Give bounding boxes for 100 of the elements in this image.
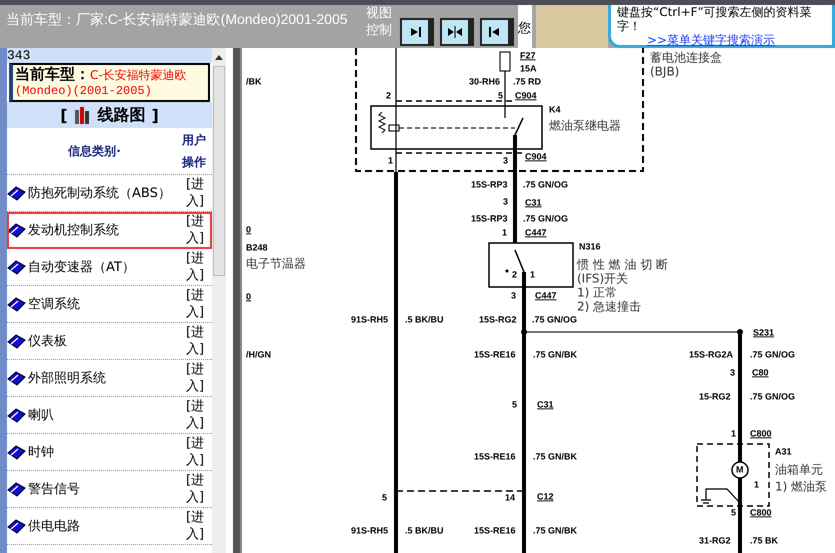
wire-label: /H/GN (246, 349, 272, 360)
component-label: 2) 急速撞击 (577, 299, 642, 314)
connector-label: C904 (515, 90, 537, 100)
wire-label: 3 (503, 155, 508, 166)
wire-label: 14 (505, 492, 516, 502)
enter-link[interactable]: [进入] (186, 213, 210, 247)
wire-label: 2 (512, 269, 518, 280)
wire-label: 15S-RP3 (471, 179, 508, 190)
wire-label: 31-RG2 (699, 535, 731, 546)
menu-item-label: 防抱死制动系统（ABS） (28, 185, 172, 202)
arrow-left-bar-icon (488, 25, 502, 39)
menu-item-label: 自动变速器（AT） (28, 259, 136, 276)
wire-label: .75 GN/OG (523, 213, 568, 224)
book-icon (7, 333, 26, 349)
book-icon (7, 185, 26, 201)
connector-label: C447 (525, 227, 547, 238)
menu-item-label: 发动机控制系统 (28, 222, 120, 239)
wire-label: 5 (512, 399, 518, 410)
book-icon (7, 518, 26, 534)
wire-label: 5 (498, 90, 504, 100)
enter-link[interactable]: [进入] (186, 509, 210, 543)
arrows-inward-icon (447, 25, 463, 39)
component-label: (BJB) (650, 64, 680, 78)
enter-link[interactable]: [进入] (186, 324, 210, 358)
menu-item-label: 时钟 (28, 444, 55, 461)
view-control-label: 视图控制 (366, 5, 393, 40)
connector-label: C800 (750, 428, 772, 438)
scroll-up-icon (215, 54, 223, 60)
connector-label: 0 (246, 291, 252, 302)
search-demo-link[interactable]: >>菜单关键字搜索演示 (647, 33, 832, 47)
wire-label: .75 GN/OG (750, 391, 796, 402)
wire-label: .75 GN/BK (533, 525, 578, 536)
connector-label: 0 (246, 224, 252, 234)
wire-label: .75 GN/OG (532, 314, 578, 324)
component-label: 惯 性 燃 油 切 断 (577, 257, 668, 272)
car-model-label: 当前车型： (15, 65, 90, 83)
wire-label: N316 (579, 241, 601, 252)
enter-link[interactable]: [进入] (186, 435, 210, 469)
wire-label: 15-RG2 (699, 391, 731, 402)
expand-right-button[interactable] (400, 18, 434, 46)
book-icon (7, 444, 26, 460)
enter-link[interactable]: [进入] (186, 361, 210, 395)
mascot-picture (536, 5, 608, 48)
enter-link[interactable]: [进入] (186, 250, 210, 284)
car-model-years: (Mondeo)(2001-2005) (15, 83, 153, 99)
wire-label: 15S-RE16 (474, 525, 516, 536)
wire-label: 15S-RG2A (689, 349, 734, 360)
split-view-button[interactable] (440, 18, 474, 46)
wire-label: .5 BK/BU (405, 525, 444, 536)
wire-label: .75 GN/BK (533, 349, 578, 360)
wire-label: .75 RD (513, 76, 542, 86)
wire-label: 3 (511, 290, 516, 300)
wire-label: .75 GN/OG (523, 179, 568, 190)
wire-label: 3 (730, 367, 736, 378)
wire-label: .75 BK (750, 535, 778, 546)
enter-link[interactable]: [进入] (186, 398, 210, 432)
wire-label: 1 (754, 479, 760, 490)
ground-symbol (700, 488, 740, 504)
menu-item-label: 供电电路 (28, 518, 81, 535)
connector-label: C12 (537, 491, 554, 502)
arrow-right-bar-icon (408, 25, 422, 39)
component-label: (IFS)开关 (577, 271, 628, 286)
enter-link[interactable]: [进入] (186, 287, 210, 321)
wire-label: .5 BK/BU (405, 314, 444, 324)
wire-label: 15A (520, 63, 537, 74)
expand-left-button[interactable] (480, 18, 514, 46)
scroll-thumb[interactable] (213, 66, 225, 276)
wire-label: 1 (502, 227, 508, 238)
component-label: 燃油泵继电器 (549, 118, 621, 132)
enter-link[interactable]: [进入] (186, 472, 210, 506)
wire-label: 2 (386, 90, 392, 100)
column-header: 用户操作 (182, 132, 207, 171)
wire-label: B248 (246, 242, 268, 252)
fuse-icon (500, 52, 510, 72)
menu-item-label: 外部照明系统 (28, 370, 107, 387)
wire-label: 3 (503, 196, 508, 206)
component-label: 电子节温器 (246, 256, 306, 270)
wire-label: .75 GN/BK (533, 451, 578, 462)
wire-label: 5 (382, 492, 388, 502)
connector-label: C31 (537, 399, 554, 410)
connector-label: C904 (525, 151, 547, 162)
wire-label: 15S-RE16 (474, 451, 516, 462)
connector-label: C31 (525, 197, 542, 208)
scrollbar[interactable] (212, 48, 226, 553)
cut-label: 您 (518, 5, 532, 48)
enter-link[interactable]: [进入] (186, 176, 210, 210)
menu-row[interactable]: 发动机控制系统 [进入] (7, 212, 212, 249)
menu-item-label: 喇叭 (28, 407, 55, 424)
component-label: 蓄电池连接盒 (650, 50, 722, 64)
book-icon (7, 296, 26, 312)
help-text: 字！ (617, 19, 642, 33)
book-icon (7, 259, 26, 275)
component-label: 油箱单元 (775, 462, 823, 476)
wire-label: 30-RH6 (469, 76, 500, 86)
books-icon (74, 105, 92, 125)
wire-label: 15S-RE16 (474, 349, 516, 360)
wire-label: 1 (731, 428, 736, 438)
wire-label: 15S-RG2 (479, 314, 517, 324)
wire-label: 15S-RP3 (471, 213, 508, 224)
wire-label: 1 (388, 155, 394, 166)
